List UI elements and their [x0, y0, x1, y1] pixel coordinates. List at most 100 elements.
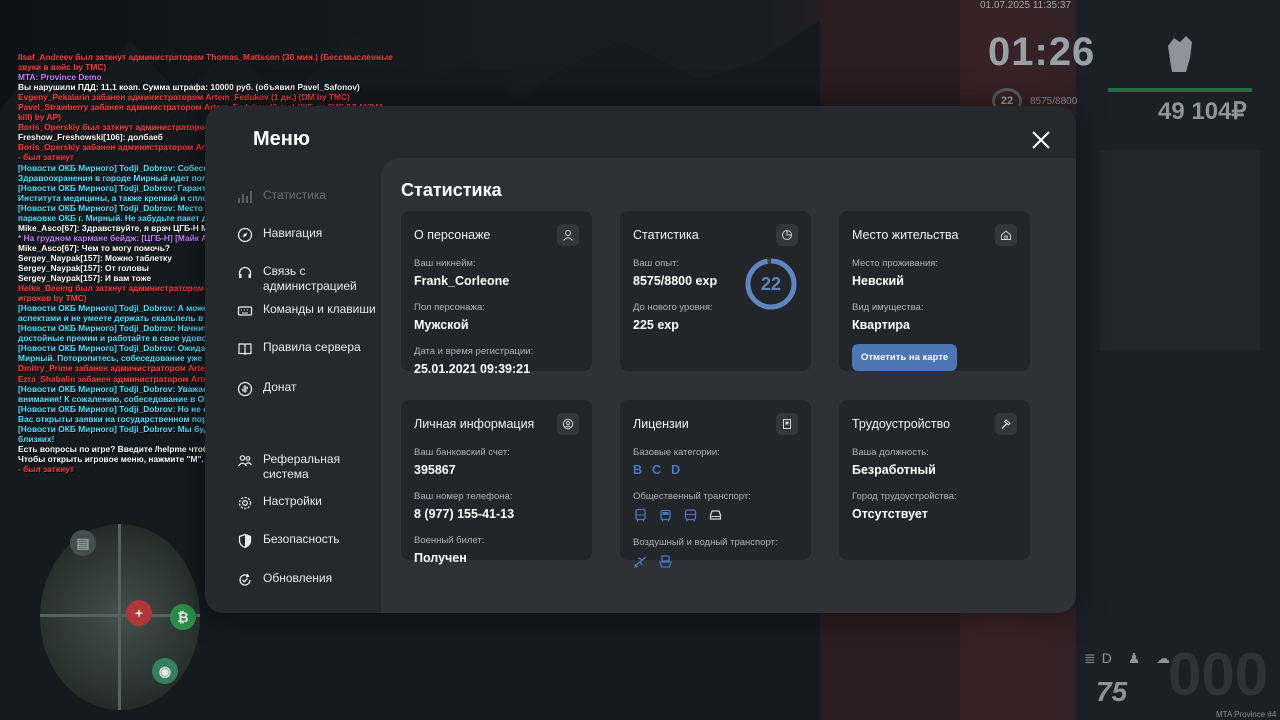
category-d: D — [671, 463, 681, 477]
refresh-icon — [239, 573, 251, 586]
menu-title: Меню — [253, 128, 310, 150]
compass-icon — [237, 227, 253, 243]
sidebar-item-book[interactable]: Правила сервера — [237, 340, 387, 357]
bank-value: 395867 — [414, 463, 456, 477]
hud-speed: 000 — [1168, 641, 1269, 708]
statistics-panel: Статистика О персонаже Ваш никнейм: Fran… — [381, 158, 1076, 613]
sidebar-item-label: Статистика — [263, 188, 327, 202]
sidebar-item-label: Навигация — [263, 226, 323, 240]
server-watermark: MTA Province #4 — [1216, 710, 1277, 719]
close-icon[interactable] — [1030, 129, 1052, 151]
sidebar-item-refresh[interactable]: Обновления — [237, 571, 387, 588]
property-type-value: Квартира — [852, 318, 910, 332]
license-categories: B C D — [633, 463, 798, 477]
bitcoin-map-icon: ₿ — [170, 604, 196, 630]
nickname-label: Ваш никнейм: — [414, 258, 476, 269]
hud-fuel: 75 — [1096, 676, 1128, 707]
bus-icon — [633, 508, 648, 523]
next-level-value: 225 exp — [633, 318, 679, 332]
headset-icon — [238, 266, 252, 278]
chat-line: Ilsaf_Andreev был заткнут администраторо… — [18, 52, 393, 73]
sidebar-item-label: Донат — [263, 380, 297, 394]
stats-card: Статистика Ваш опыт: 8575/8800 exp До но… — [620, 211, 811, 371]
sidebar-item-coin[interactable]: Донат — [237, 380, 387, 397]
game-menu-window: Меню Статистика Навигация Связь с админист… — [205, 106, 1076, 613]
place-value: Невский — [852, 274, 904, 288]
air-water-transport-icons — [633, 554, 798, 569]
nickname-value: Frank_Corleone — [414, 274, 510, 288]
minimap: + ₿ ◉ ▤ — [40, 524, 200, 710]
chart-icon — [238, 191, 252, 203]
character-card: О персонаже Ваш никнейм: Frank_Corleone … — [401, 211, 592, 376]
level-ring: 22 — [744, 257, 798, 311]
sidebar-item-people[interactable]: Реферальная система — [237, 452, 387, 482]
sidebar-item-label: Команды и клавиши — [263, 302, 376, 316]
chat-line: Вы нарушили ПДД: 11,1 коап. Сумма штрафа… — [18, 82, 360, 93]
category-b: B — [633, 463, 643, 477]
sidebar-item-headset[interactable]: Связь с администрацией — [237, 264, 387, 294]
gear-icon — [238, 496, 252, 510]
category-c: C — [652, 463, 662, 477]
fist-icon — [1168, 36, 1192, 72]
chat-line: MTA: Province Demo — [18, 72, 102, 83]
phone-label: Ваш номер телефона: — [414, 491, 513, 502]
military-label: Военный билет: — [414, 535, 485, 546]
work-city-label: Город трудоустройства: — [852, 491, 957, 502]
card-title: Трудоустройство — [852, 417, 951, 431]
mark-on-map-button[interactable]: Отметить на карте — [852, 344, 958, 371]
card-title: Личная информация — [414, 417, 535, 431]
sidebar-item-keyboard[interactable]: Команды и клавиши — [237, 302, 387, 319]
military-value: Получен — [414, 551, 467, 565]
tram-icon — [683, 508, 698, 523]
chat-line: Evgeny_Pekalarin забанен администратором… — [18, 92, 350, 103]
gender-label: Пол персонажа: — [414, 302, 485, 313]
trolleybus-icon — [658, 508, 673, 523]
registration-label: Дата и время регистрации: — [414, 346, 534, 357]
plane-icon — [633, 554, 648, 569]
sidebar-item-label: Настройки — [263, 494, 322, 508]
sidebar-item-label: Правила сервера — [263, 340, 361, 354]
hammer-icon — [995, 413, 1017, 435]
pie-chart-icon — [776, 224, 798, 246]
personal-info-card: Личная информация Ваш банковский счет: 3… — [401, 400, 592, 565]
license-icon — [776, 413, 798, 435]
hud-datetime: 01.07.2025 11:35:37 — [980, 0, 1072, 11]
taxi-icon — [708, 508, 723, 523]
gender-value: Мужской — [414, 318, 469, 332]
hospital-map-icon: + — [126, 600, 152, 626]
shop-map-icon: ▤ — [70, 530, 96, 556]
position-label: Ваша должность: — [852, 447, 929, 458]
boat-icon — [658, 554, 673, 569]
registration-value: 25.01.2021 09:39:21 — [414, 362, 531, 376]
vehicle-status-icons: ≣D ♟ ☁ — [1084, 650, 1177, 666]
basic-categories-label: Базовые категории: — [633, 447, 720, 458]
user-icon — [557, 224, 579, 246]
sidebar-item-gear[interactable]: Настройки — [237, 494, 387, 511]
coin-icon — [237, 381, 253, 397]
residence-card: Место жительства Место проживания: Невск… — [839, 211, 1030, 371]
face-icon — [557, 413, 579, 435]
place-label: Место проживания: — [852, 258, 939, 269]
sidebar-item-label: Реферальная система — [263, 452, 341, 481]
level-number: 22 — [760, 273, 782, 294]
sidebar-item-chart[interactable]: Статистика — [237, 188, 387, 205]
card-title: О персонаже — [414, 228, 491, 242]
phone-value: 8 (977) 155-41-13 — [414, 507, 515, 521]
air-water-transport-label: Воздушный и водный транспорт: — [633, 537, 778, 548]
sidebar-item-label: Безопасность — [263, 532, 340, 546]
menu-sidebar: Статистика Навигация Связь с администрацие… — [205, 158, 381, 613]
home-icon — [995, 224, 1017, 246]
car-map-icon: ◉ — [152, 658, 178, 684]
people-icon — [238, 455, 252, 467]
bank-label: Ваш банковский счет: — [414, 447, 510, 458]
sidebar-item-shield[interactable]: Безопасность — [237, 532, 387, 549]
public-transport-label: Общественный транспорт: — [633, 491, 751, 502]
property-type-label: Вид имущества: — [852, 302, 924, 313]
section-title: Статистика — [401, 180, 502, 200]
public-transport-icons — [633, 508, 798, 523]
card-title: Место жительства — [852, 228, 959, 242]
keyboard-icon — [237, 306, 253, 316]
sidebar-item-compass[interactable]: Навигация — [237, 226, 387, 243]
position-value: Безработный — [852, 463, 936, 477]
hud-clock: 01:26 — [988, 30, 1096, 74]
